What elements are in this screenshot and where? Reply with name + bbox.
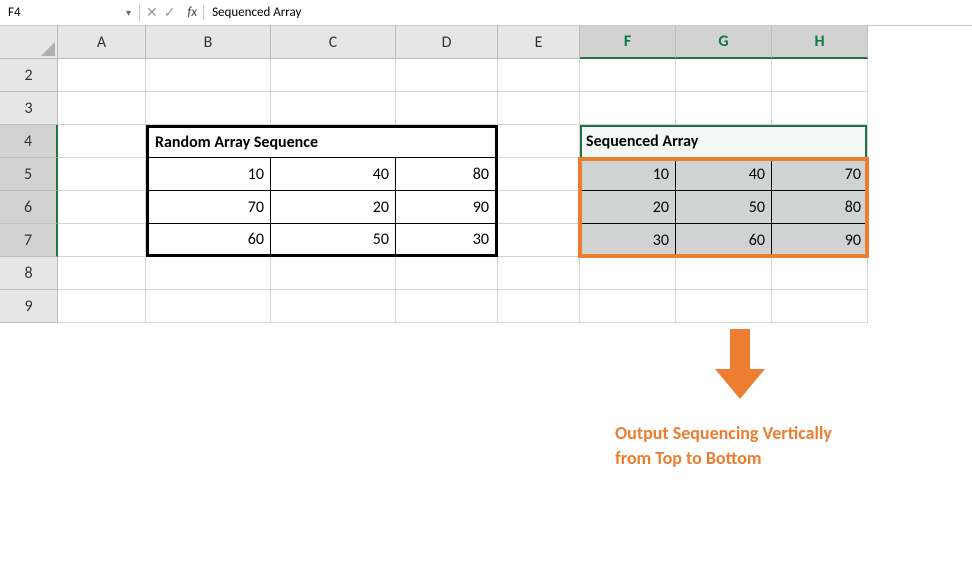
cell-H8[interactable] [772,257,868,290]
select-all-corner[interactable] [0,26,58,59]
cell-A2[interactable] [58,59,146,92]
row-header-3[interactable]: 3 [0,92,58,125]
formula-input[interactable]: Sequenced Array [204,3,972,22]
cell-E4[interactable] [498,125,580,158]
cell-B2[interactable] [146,59,271,92]
cell-H2[interactable] [772,59,868,92]
cell-B5[interactable]: 10 [146,158,271,191]
cancel-icon[interactable]: ✕ [146,4,158,21]
cell-E2[interactable] [498,59,580,92]
col-header-A[interactable]: A [58,26,146,59]
col-header-F[interactable]: F [580,26,676,59]
cell-G2[interactable] [676,59,772,92]
cell-E6[interactable] [498,191,580,224]
row-header-5[interactable]: 5 [0,158,58,191]
cell-H6[interactable]: 80 [772,191,868,224]
cell-E9[interactable] [498,290,580,323]
col-header-G[interactable]: G [676,26,772,59]
cell-D6[interactable]: 90 [396,191,498,224]
cell-F6[interactable]: 20 [580,191,676,224]
cell-A9[interactable] [58,290,146,323]
down-arrow-icon [710,324,770,404]
cell-B3[interactable] [146,92,271,125]
cell-A7[interactable] [58,224,146,257]
cell-F2[interactable] [580,59,676,92]
cell-C6[interactable]: 20 [271,191,396,224]
formula-bar: F4 ▾ ✕ ✓ fx Sequenced Array [0,0,972,26]
cell-F4[interactable]: Sequenced Array [580,125,868,158]
cell-D2[interactable] [396,59,498,92]
cell-D7[interactable]: 30 [396,224,498,257]
row-header-9[interactable]: 9 [0,290,58,323]
cell-C7[interactable]: 50 [271,224,396,257]
name-box[interactable]: F4 ▾ [0,3,140,22]
col-header-E[interactable]: E [498,26,580,59]
cell-G6[interactable]: 50 [676,191,772,224]
cell-B7[interactable]: 60 [146,224,271,257]
cell-E3[interactable] [498,92,580,125]
cell-A6[interactable] [58,191,146,224]
row-header-4[interactable]: 4 [0,125,58,158]
col-header-H[interactable]: H [772,26,868,59]
cell-G7[interactable]: 60 [676,224,772,257]
cell-B9[interactable] [146,290,271,323]
cell-E7[interactable] [498,224,580,257]
cell-D8[interactable] [396,257,498,290]
fx-label[interactable]: fx [181,5,204,20]
cell-G5[interactable]: 40 [676,158,772,191]
cell-F9[interactable] [580,290,676,323]
formula-bar-buttons: ✕ ✓ [140,4,181,21]
enter-icon[interactable]: ✓ [164,4,176,21]
cell-F3[interactable] [580,92,676,125]
cell-C5[interactable]: 40 [271,158,396,191]
cell-F5[interactable]: 10 [580,158,676,191]
cell-B4[interactable]: Random Array Sequence [146,125,498,158]
cell-H9[interactable] [772,290,868,323]
cell-A8[interactable] [58,257,146,290]
annotation-line2: from Top to Bottom [615,446,832,471]
row-header-7[interactable]: 7 [0,224,58,257]
cell-E8[interactable] [498,257,580,290]
cell-D9[interactable] [396,290,498,323]
cell-F7[interactable]: 30 [580,224,676,257]
name-box-value: F4 [8,5,21,20]
row-header-8[interactable]: 8 [0,257,58,290]
spreadsheet-grid[interactable]: A B C D E F G H 2 3 4 Random Array Seque… [0,26,972,323]
col-header-B[interactable]: B [146,26,271,59]
row-header-2[interactable]: 2 [0,59,58,92]
cell-B6[interactable]: 70 [146,191,271,224]
cell-A4[interactable] [58,125,146,158]
cell-B8[interactable] [146,257,271,290]
annotation-text: Output Sequencing Vertically from Top to… [615,421,832,471]
cell-G8[interactable] [676,257,772,290]
cell-A5[interactable] [58,158,146,191]
cell-H5[interactable]: 70 [772,158,868,191]
row-header-6[interactable]: 6 [0,191,58,224]
cell-E5[interactable] [498,158,580,191]
name-box-dropdown-icon[interactable]: ▾ [126,6,131,19]
annotation-line1: Output Sequencing Vertically [615,421,832,446]
cell-C8[interactable] [271,257,396,290]
cell-F8[interactable] [580,257,676,290]
cell-G9[interactable] [676,290,772,323]
cell-C9[interactable] [271,290,396,323]
cell-D3[interactable] [396,92,498,125]
col-header-C[interactable]: C [271,26,396,59]
cell-A3[interactable] [58,92,146,125]
cell-H3[interactable] [772,92,868,125]
cell-G3[interactable] [676,92,772,125]
cell-C2[interactable] [271,59,396,92]
col-header-D[interactable]: D [396,26,498,59]
cell-H7[interactable]: 90 [772,224,868,257]
cell-D5[interactable]: 80 [396,158,498,191]
cell-C3[interactable] [271,92,396,125]
